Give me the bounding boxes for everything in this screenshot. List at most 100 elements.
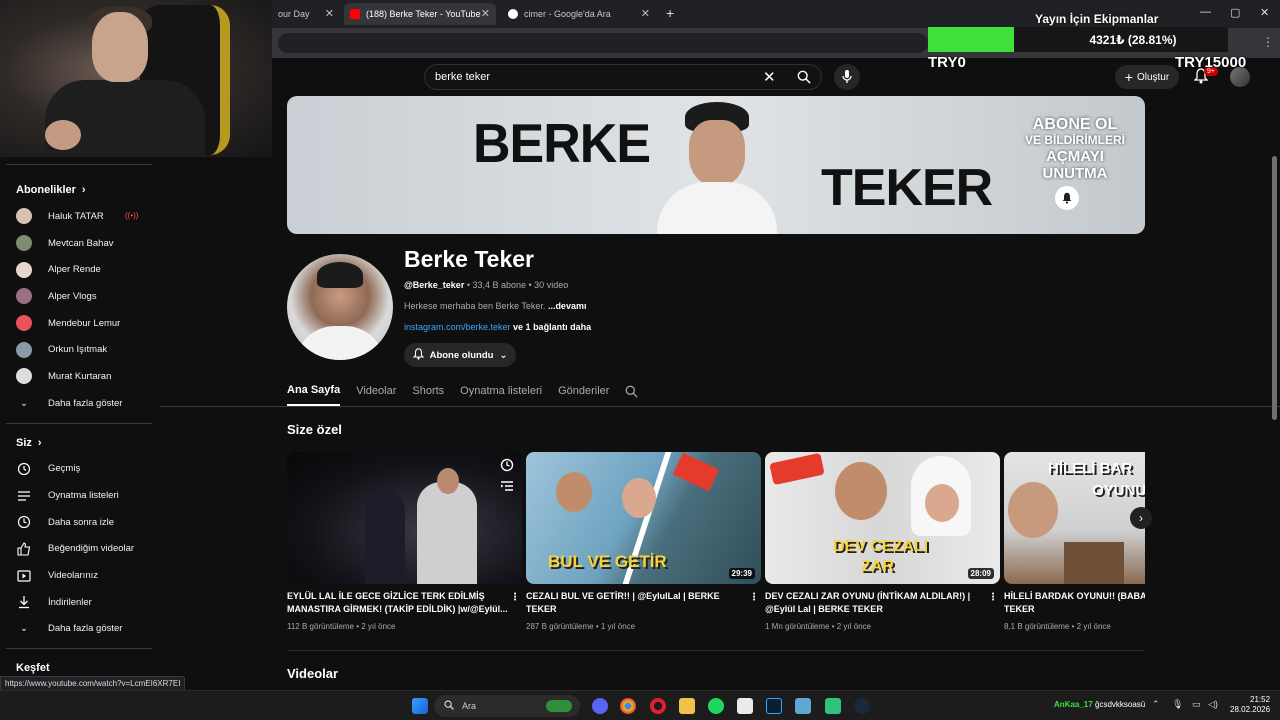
add-to-queue-icon[interactable] bbox=[500, 480, 514, 495]
spotify-icon[interactable] bbox=[708, 698, 724, 714]
chrome-icon[interactable] bbox=[620, 698, 636, 714]
tab-playlists[interactable]: Oynatma listeleri bbox=[460, 376, 542, 406]
avatar bbox=[16, 368, 32, 385]
sidebar-item-history[interactable]: Geçmiş bbox=[0, 456, 158, 483]
video-card[interactable]: BUL VE GETİR 29:39 CEZALI BUL VE GETİR!!… bbox=[526, 452, 761, 631]
tab-shorts[interactable]: Shorts bbox=[412, 376, 444, 406]
page-scrollbar[interactable] bbox=[1272, 156, 1277, 420]
video-title[interactable]: CEZALI BUL VE GETİR!! | @EylulLal | BERK… bbox=[526, 590, 761, 616]
video-thumbnail[interactable] bbox=[287, 452, 522, 584]
channel-description[interactable]: Herkese merhaba ben Berke Teker. ...deva… bbox=[404, 301, 586, 311]
avatar bbox=[16, 341, 32, 358]
channel-handle: @Berke_teker bbox=[404, 280, 465, 290]
instagram-link[interactable]: instagram.com/berke.teker bbox=[404, 322, 511, 332]
channel-tabs: Ana Sayfa Videolar Shorts Oynatma listel… bbox=[287, 376, 639, 406]
divider bbox=[6, 164, 152, 165]
channel-stats: • 33,4 B abone • 30 video bbox=[464, 280, 569, 290]
tab-home[interactable]: Ana Sayfa bbox=[287, 376, 341, 406]
sidebar-item-subscription[interactable]: Mevtcan Bahav bbox=[0, 230, 158, 257]
channel-search-icon[interactable] bbox=[625, 376, 639, 406]
clock[interactable]: 21:52 28.02.2026 bbox=[1230, 695, 1270, 716]
video-title[interactable]: HİLELİ BARDAK OYUNU!! (BABAM... BERKE TE… bbox=[1004, 590, 1145, 616]
steam-icon[interactable] bbox=[854, 698, 870, 714]
you-header[interactable]: Siz › bbox=[0, 430, 158, 456]
chevron-right-icon: › bbox=[1139, 511, 1143, 525]
video-thumbnail[interactable]: HİLELİ BAR OYUNU bbox=[1004, 452, 1145, 584]
channel-banner: BERKE TEKER ABONE OL VE BİLDİRİMLERİ AÇM… bbox=[287, 96, 1145, 234]
more-links[interactable]: ve 1 bağlantı daha bbox=[511, 322, 591, 332]
app-icon[interactable] bbox=[795, 698, 811, 714]
channel-links: instagram.com/berke.teker ve 1 bağlantı … bbox=[404, 322, 591, 332]
browser-tab[interactable]: cimer - Google'da Ara ✕ bbox=[502, 3, 656, 25]
sidebar-item-watch-later[interactable]: Daha sonra izle bbox=[0, 509, 158, 536]
windows-start-icon[interactable] bbox=[412, 698, 428, 714]
channel-avatar[interactable] bbox=[287, 254, 393, 360]
capcut-icon[interactable] bbox=[737, 698, 753, 714]
tray-chevron-icon[interactable]: ⌃ bbox=[1152, 699, 1160, 710]
sidebar-item-subscription[interactable]: Haluk TATAR ((•)) bbox=[0, 203, 158, 230]
photoshop-icon[interactable] bbox=[766, 698, 782, 714]
close-icon[interactable]: ✕ bbox=[641, 7, 650, 20]
sidebar-item-label: Haluk TATAR bbox=[48, 210, 104, 222]
sidebar-item-subscription[interactable]: Orkun Işıtmak bbox=[0, 336, 158, 363]
shelf-next-button[interactable]: › bbox=[1130, 507, 1152, 529]
sidebar-item-subscription[interactable]: Alper Vlogs bbox=[0, 283, 158, 310]
tab-posts[interactable]: Gönderiler bbox=[558, 376, 609, 406]
sidebar-item-show-more[interactable]: ⌄ Daha fazla göster bbox=[0, 616, 158, 643]
watch-later-icon[interactable] bbox=[500, 458, 514, 475]
video-thumbnail[interactable]: DEV CEZALI ZAR 28:09 bbox=[765, 452, 1000, 584]
sidebar-item-show-more[interactable]: ⌄ Daha fazla göster bbox=[0, 390, 158, 417]
search-highlight-icon bbox=[546, 700, 572, 712]
sidebar-item-subscription[interactable]: Alper Rende bbox=[0, 256, 158, 283]
clear-search-icon[interactable]: ✕ bbox=[763, 68, 776, 86]
more-options-icon[interactable]: ⋮ bbox=[988, 591, 998, 605]
subscribed-button[interactable]: Abone olundu ⌄ bbox=[404, 343, 516, 367]
terminal-icon[interactable] bbox=[825, 698, 841, 714]
video-thumbnail[interactable]: BUL VE GETİR 29:39 bbox=[526, 452, 761, 584]
discord-icon[interactable] bbox=[592, 698, 608, 714]
google-favicon-icon bbox=[508, 9, 518, 19]
taskbar-search-placeholder: Ara bbox=[462, 701, 477, 711]
microphone-icon[interactable] bbox=[834, 64, 860, 90]
video-shelf: EYLÜL LAL İLE GECE GİZLİCE TERK EDİLMİŞ … bbox=[287, 452, 1145, 632]
donation-goal-overlay: Yayın İçin Ekipmanlar 4321₺ (28.81%) TRY… bbox=[925, 8, 1265, 78]
sidebar-item-subscription[interactable]: Murat Kurtaran bbox=[0, 363, 158, 390]
taskbar-search[interactable]: Ara bbox=[434, 695, 580, 717]
more-link[interactable]: ...devamı bbox=[548, 301, 587, 311]
video-title[interactable]: EYLÜL LAL İLE GECE GİZLİCE TERK EDİLMİŞ … bbox=[287, 590, 522, 616]
new-tab-button[interactable]: + bbox=[666, 5, 674, 21]
video-title[interactable]: DEV CEZALI ZAR OYUNU (İNTİKAM ALDILAR!) … bbox=[765, 590, 1000, 616]
tab-label: cimer - Google'da Ara bbox=[524, 9, 611, 19]
video-card[interactable]: DEV CEZALI ZAR 28:09 DEV CEZALI ZAR OYUN… bbox=[765, 452, 1000, 631]
browser-tab[interactable]: our Day ✕ bbox=[272, 3, 340, 25]
network-icon[interactable]: ▭ bbox=[1192, 699, 1201, 710]
close-icon[interactable]: ✕ bbox=[481, 7, 490, 20]
sidebar-item-your-videos[interactable]: Videolarınız bbox=[0, 562, 158, 589]
opera-icon[interactable] bbox=[650, 698, 666, 714]
video-card[interactable]: HİLELİ BAR OYUNU HİLELİ BARDAK OYUNU!! (… bbox=[1004, 452, 1145, 631]
microphone-icon[interactable]: 🎙 bbox=[1172, 699, 1183, 710]
url-field[interactable] bbox=[278, 33, 928, 53]
close-icon[interactable]: ✕ bbox=[325, 7, 334, 20]
sidebar-item-liked-videos[interactable]: Beğendiğim videolar bbox=[0, 536, 158, 563]
sidebar-item-subscription[interactable]: Mendebur Lemur bbox=[0, 310, 158, 337]
channel-page: BERKE TEKER ABONE OL VE BİLDİRİMLERİ AÇM… bbox=[160, 96, 1280, 690]
file-explorer-icon[interactable] bbox=[679, 698, 695, 714]
thumbnail-text: OYUNU bbox=[1092, 482, 1145, 499]
browser-tab-active[interactable]: (188) Berke Teker - YouTube ✕ bbox=[344, 3, 496, 25]
more-options-icon[interactable]: ⋮ bbox=[510, 591, 520, 605]
more-options-icon[interactable]: ⋮ bbox=[749, 591, 759, 605]
subscriptions-header[interactable]: Abonelikler › bbox=[0, 177, 158, 203]
sidebar-item-playlists[interactable]: Oynatma listeleri bbox=[0, 482, 158, 509]
banner-word-1: BERKE bbox=[473, 113, 651, 175]
search-icon[interactable] bbox=[787, 66, 821, 88]
video-card[interactable]: EYLÜL LAL İLE GECE GİZLİCE TERK EDİLMİŞ … bbox=[287, 452, 522, 631]
sidebar-item-label: İndirilenler bbox=[48, 596, 92, 608]
thumbnail-text: ZAR bbox=[861, 558, 894, 575]
tab-videos[interactable]: Videolar bbox=[356, 376, 396, 406]
download-icon bbox=[16, 594, 32, 610]
sidebar-item-downloads[interactable]: İndirilenler bbox=[0, 589, 158, 616]
search-input[interactable]: berke teker ✕ bbox=[424, 64, 822, 90]
volume-icon[interactable]: ◁) bbox=[1208, 699, 1218, 710]
banner-portrait bbox=[647, 96, 787, 234]
